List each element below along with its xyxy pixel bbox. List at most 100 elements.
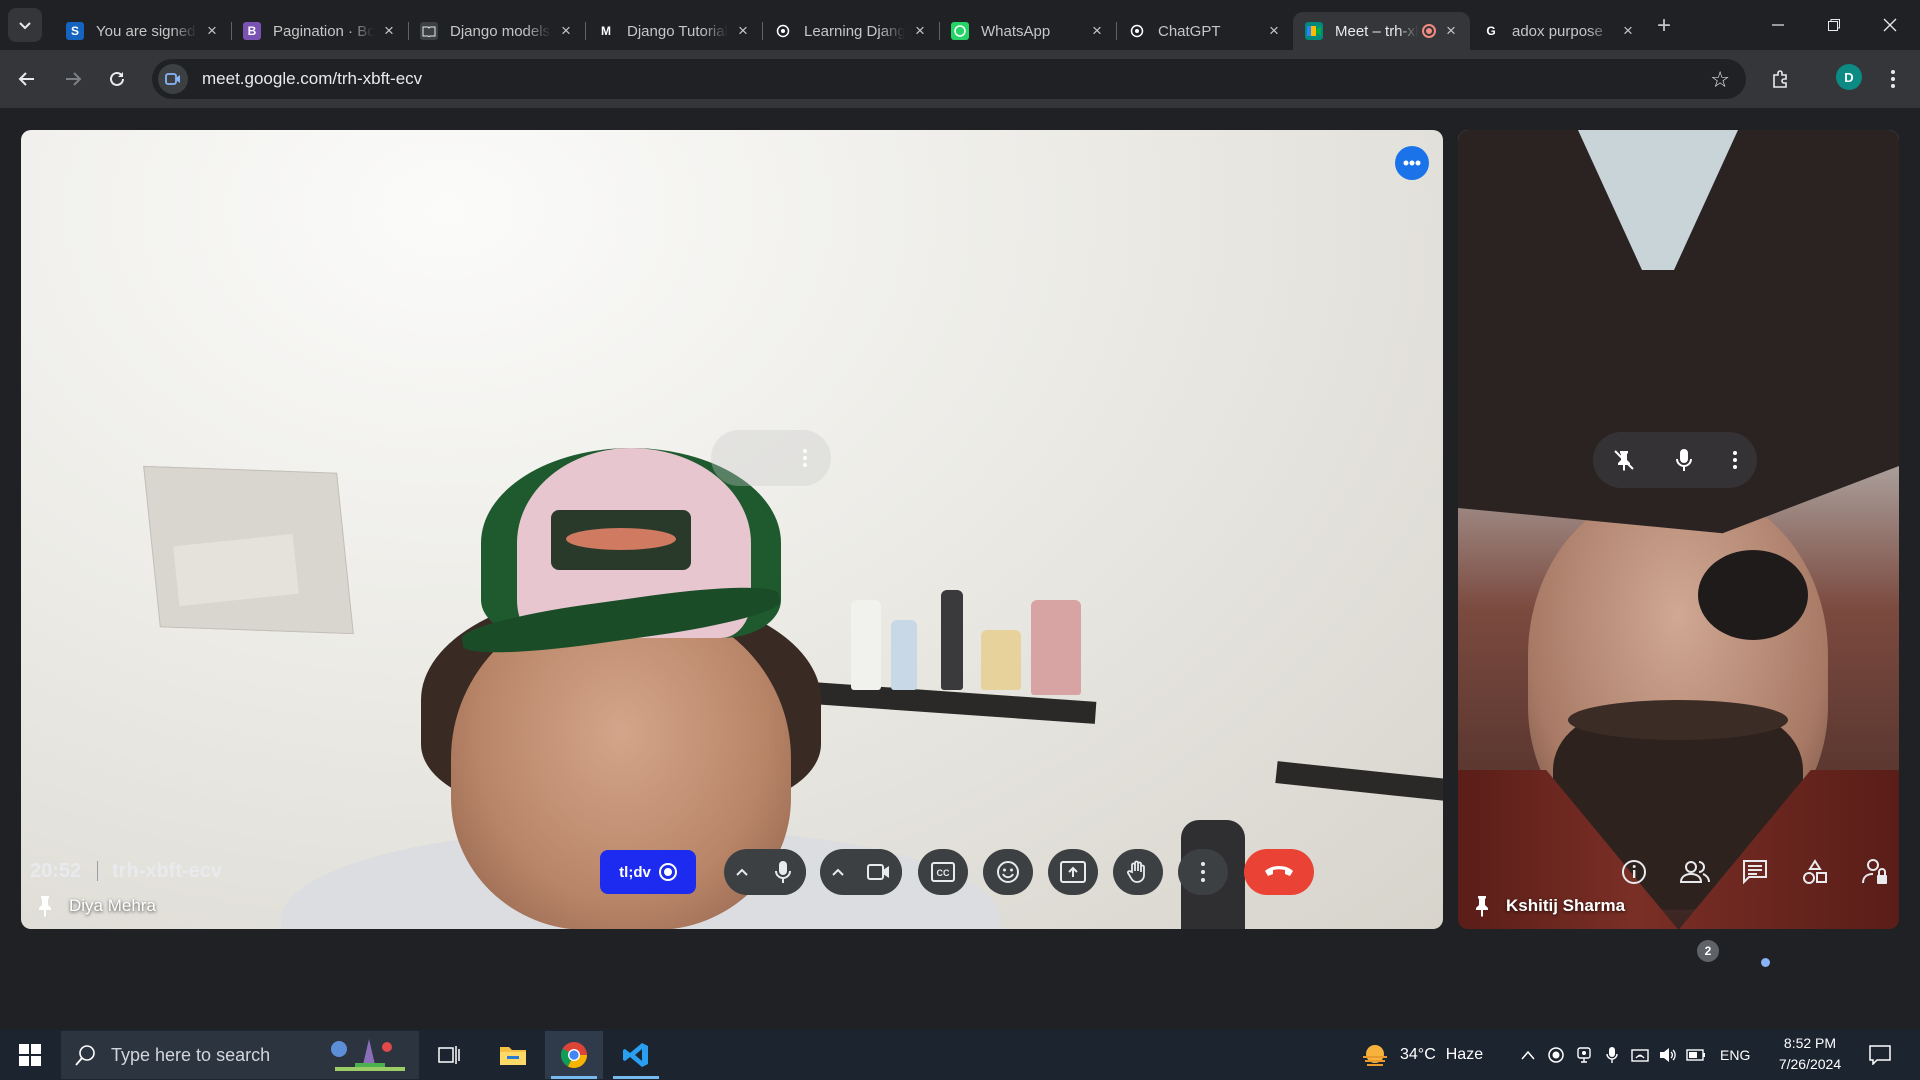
- eyepatch-filter-image: [1698, 550, 1808, 640]
- camera-button[interactable]: [856, 849, 902, 895]
- input-language[interactable]: ENG: [1720, 1047, 1750, 1063]
- tldv-record-button[interactable]: tl;dv: [600, 850, 696, 894]
- close-tab-icon[interactable]: ×: [734, 21, 752, 40]
- meeting-details-button[interactable]: [1614, 852, 1654, 892]
- webcam-tray-icon[interactable]: [1570, 1029, 1598, 1080]
- back-button[interactable]: [10, 62, 44, 96]
- fish-logo-image: [566, 528, 676, 550]
- leave-call-button[interactable]: [1244, 849, 1314, 895]
- browser-tab[interactable]: ChatGPT ×: [1116, 12, 1293, 50]
- close-tab-icon[interactable]: ×: [380, 21, 398, 40]
- participant-name: Kshitij Sharma: [1506, 896, 1626, 915]
- unpin-icon[interactable]: [1613, 449, 1635, 471]
- arrow-right-icon: [66, 72, 82, 86]
- close-tab-icon[interactable]: ×: [911, 21, 929, 40]
- more-options-button[interactable]: [1178, 849, 1228, 895]
- start-button[interactable]: [10, 1041, 50, 1069]
- tab-list: S You are signed in × B Pagination · Bootstr…: [54, 6, 1647, 50]
- browser-tab[interactable]: Django models ×: [408, 12, 585, 50]
- kebab-menu-icon[interactable]: [803, 449, 807, 467]
- microphone-icon[interactable]: [1675, 448, 1692, 472]
- video-camera-icon: [867, 864, 889, 880]
- close-tab-icon[interactable]: ×: [1088, 21, 1106, 40]
- browser-tab[interactable]: Meet – trh-xbft-ecv ×: [1293, 12, 1470, 50]
- site-info-icon[interactable]: [158, 64, 188, 94]
- bottle-image: [941, 590, 963, 690]
- address-bar[interactable]: meet.google.com/trh-xbft-ecv ☆: [152, 59, 1746, 99]
- record-tray-icon[interactable]: [1542, 1029, 1570, 1080]
- browser-menu-button[interactable]: [1876, 62, 1910, 96]
- extensions-button[interactable]: [1764, 62, 1798, 96]
- kebab-menu-icon[interactable]: [1732, 451, 1737, 469]
- browser-tab[interactable]: B Pagination · Bootstrap ×: [231, 12, 408, 50]
- shelf-image: [1275, 761, 1443, 801]
- browser-tab[interactable]: Gadox purpose ×: [1470, 12, 1647, 50]
- tab-title: Pagination · Bootstrap: [273, 22, 374, 40]
- present-screen-button[interactable]: [1048, 849, 1098, 895]
- microphone-control: [724, 849, 806, 895]
- kebab-menu-icon: [1891, 70, 1895, 88]
- forward-button[interactable]: [56, 62, 90, 96]
- lock-person-icon: [1862, 859, 1887, 884]
- close-tab-icon[interactable]: ×: [1265, 21, 1283, 40]
- video-settings-chevron[interactable]: [820, 867, 856, 877]
- chat-button[interactable]: [1735, 852, 1775, 892]
- chevron-down-icon: [19, 22, 31, 30]
- volume-tray-icon[interactable]: [1654, 1029, 1682, 1080]
- audio-settings-chevron[interactable]: [724, 867, 760, 877]
- host-controls-button[interactable]: [1855, 852, 1895, 892]
- recording-icon: [1422, 24, 1436, 38]
- tab-search-button[interactable]: [8, 8, 42, 42]
- browser-tab[interactable]: M Django Tutorial ×: [585, 12, 762, 50]
- notifications-button[interactable]: [1858, 1031, 1902, 1079]
- reload-button[interactable]: [100, 62, 134, 96]
- chevron-up-icon[interactable]: [1514, 1029, 1542, 1080]
- meet-icon: [1305, 22, 1323, 40]
- participant-tile-main[interactable]: Diya Mehra: [21, 130, 1443, 929]
- minimize-button[interactable]: [1750, 0, 1806, 50]
- participant-tile-side[interactable]: Kshitij Sharma: [1458, 130, 1899, 929]
- hang-up-icon: [1265, 866, 1293, 876]
- file-explorer-button[interactable]: [484, 1031, 542, 1079]
- pin-icon[interactable]: [1472, 895, 1492, 917]
- more-options-button[interactable]: [1395, 146, 1429, 180]
- bookmark-star-icon[interactable]: ☆: [1710, 67, 1730, 93]
- video-camera-icon: [165, 73, 180, 85]
- close-tab-icon[interactable]: ×: [203, 21, 221, 40]
- new-tab-button[interactable]: +: [1650, 12, 1678, 40]
- task-view-button[interactable]: [420, 1031, 478, 1079]
- microphone-tray-icon[interactable]: [1598, 1029, 1626, 1080]
- microphone-button[interactable]: [760, 849, 806, 895]
- browser-tab[interactable]: S You are signed in ×: [54, 12, 231, 50]
- weather-description: Haze: [1445, 1045, 1484, 1063]
- close-window-button[interactable]: [1862, 0, 1918, 50]
- raise-hand-button[interactable]: [1113, 849, 1163, 895]
- shapes-icon: [1803, 859, 1827, 884]
- restore-button[interactable]: [1806, 0, 1862, 50]
- weather-widget[interactable]: 34°C Haze: [1360, 1029, 1483, 1080]
- unread-indicator: [1761, 958, 1770, 967]
- close-tab-icon[interactable]: ×: [1442, 21, 1460, 40]
- raise-hand-icon: [1127, 860, 1145, 883]
- browser-tab[interactable]: WhatsApp ×: [939, 12, 1116, 50]
- browser-tab[interactable]: Learning Django ×: [762, 12, 939, 50]
- profile-avatar[interactable]: D: [1836, 64, 1862, 90]
- clock-date: 7/26/2024: [1778, 1056, 1842, 1072]
- system-clock[interactable]: 8:52 PM 7/26/2024: [1770, 1033, 1850, 1075]
- reactions-button[interactable]: [983, 849, 1033, 895]
- close-tab-icon[interactable]: ×: [1619, 21, 1637, 40]
- book-icon: [420, 22, 438, 40]
- meeting-code: trh-xbft-ecv: [112, 860, 223, 882]
- taskbar-search-box[interactable]: Type here to search: [61, 1031, 419, 1079]
- present-screen-icon: [1060, 861, 1086, 883]
- network-tray-icon[interactable]: [1626, 1029, 1654, 1080]
- chrome-taskbar-button[interactable]: [545, 1031, 603, 1079]
- pin-icon[interactable]: [35, 895, 55, 917]
- people-button[interactable]: [1675, 852, 1715, 892]
- activities-button[interactable]: [1795, 852, 1835, 892]
- people-count-badge: 2: [1697, 940, 1719, 962]
- battery-tray-icon[interactable]: [1682, 1029, 1710, 1080]
- captions-button[interactable]: CC: [918, 849, 968, 895]
- vscode-taskbar-button[interactable]: [607, 1031, 665, 1079]
- close-tab-icon[interactable]: ×: [557, 21, 575, 40]
